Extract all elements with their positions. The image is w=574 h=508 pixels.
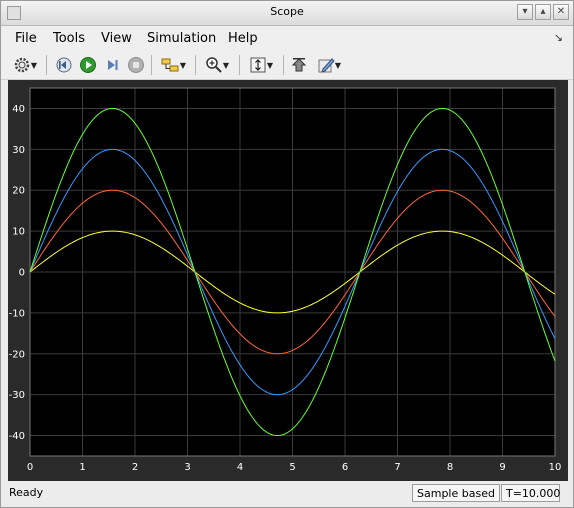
chevron-down-icon: ▼	[222, 60, 230, 70]
signal-select-icon	[161, 58, 179, 72]
signal-select-button[interactable]: ▼	[156, 54, 190, 76]
highlight-button[interactable]	[288, 54, 310, 76]
menu-file[interactable]: File	[15, 31, 37, 46]
chevron-down-icon: ▼	[334, 60, 342, 70]
y-tick-label: 0	[19, 268, 25, 279]
toolbar-separator	[46, 55, 47, 75]
menu-tools[interactable]: Tools	[53, 31, 85, 46]
step-back-icon	[56, 57, 72, 73]
x-tick-label: 4	[237, 462, 243, 473]
y-tick-label: 20	[12, 186, 25, 197]
scope-plot[interactable]: 0 1 2 3 4 5 6 7 8 9 10 40 30 20 10 0 -10 -20 -30 -40	[8, 80, 568, 481]
dock-arrow-icon[interactable]: ↘	[554, 31, 563, 44]
y-tick-label: -20	[9, 349, 25, 360]
scope-display[interactable]: 0 1 2 3 4 5 6 7 8 9 10 40 30 20 10 0 -10 -20 -30 -40	[8, 80, 568, 481]
fit-axes-icon	[250, 57, 266, 73]
highlight-icon	[291, 58, 307, 72]
style-button[interactable]: ▼	[312, 54, 346, 76]
zoom-button[interactable]: ▼	[200, 54, 234, 76]
chevron-down-icon: ▼	[266, 60, 274, 70]
y-tick-label: 30	[12, 145, 25, 156]
y-tick-label: 10	[12, 227, 25, 238]
scope-window: Scope ▾ ▴ ✕ File Tools View Simulation H…	[0, 0, 574, 508]
toolbar-separator	[283, 55, 284, 75]
y-tick-label: -10	[9, 308, 25, 319]
menu-simulation[interactable]: Simulation	[147, 31, 216, 46]
toolbar-separator	[239, 55, 240, 75]
window-title: Scope	[270, 5, 304, 18]
x-tick-label: 9	[499, 462, 505, 473]
toolbar-separator	[195, 55, 196, 75]
gear-icon	[14, 57, 30, 73]
toolbar-separator	[151, 55, 152, 75]
y-tick-label: -30	[9, 390, 25, 401]
stop-button[interactable]	[125, 54, 147, 76]
status-bar: Ready Sample based T=10.000	[1, 482, 573, 507]
y-tick-label: 40	[12, 104, 25, 115]
x-tick-label: 0	[27, 462, 33, 473]
x-tick-label: 8	[447, 462, 453, 473]
chevron-down-icon: ▼	[30, 60, 38, 70]
maximize-button[interactable]: ▴	[535, 4, 551, 20]
x-tick-label: 7	[394, 462, 400, 473]
title-bar[interactable]: Scope ▾ ▴ ✕	[1, 1, 573, 26]
step-forward-button[interactable]	[101, 54, 123, 76]
run-icon	[80, 57, 96, 73]
step-forward-icon	[108, 60, 118, 70]
x-tick-label: 10	[549, 462, 562, 473]
toolbar: ▼ ▼ ▼ ▼ ▼	[1, 51, 573, 80]
stop-icon	[128, 57, 144, 73]
x-tick-label: 3	[184, 462, 190, 473]
close-button[interactable]: ✕	[553, 4, 569, 20]
x-tick-label: 6	[342, 462, 348, 473]
x-tick-label: 1	[79, 462, 85, 473]
sample-mode-indicator: Sample based	[412, 484, 500, 502]
zoom-icon	[206, 57, 222, 73]
chevron-down-icon: ▼	[179, 60, 187, 70]
status-text: Ready	[9, 486, 44, 499]
x-tick-label: 2	[132, 462, 138, 473]
x-tick-label: 5	[289, 462, 295, 473]
menu-view[interactable]: View	[101, 31, 132, 46]
menu-help[interactable]: Help	[228, 31, 258, 46]
step-back-button[interactable]	[53, 54, 75, 76]
menu-bar: File Tools View Simulation Help ↘	[1, 26, 573, 50]
run-button[interactable]	[77, 54, 99, 76]
style-pen-icon	[318, 58, 335, 73]
simulation-time: T=10.000	[501, 484, 560, 502]
y-tick-label: -40	[9, 431, 25, 442]
minimize-button[interactable]: ▾	[517, 4, 533, 20]
fit-axes-button[interactable]: ▼	[244, 54, 278, 76]
settings-button[interactable]: ▼	[9, 54, 41, 76]
